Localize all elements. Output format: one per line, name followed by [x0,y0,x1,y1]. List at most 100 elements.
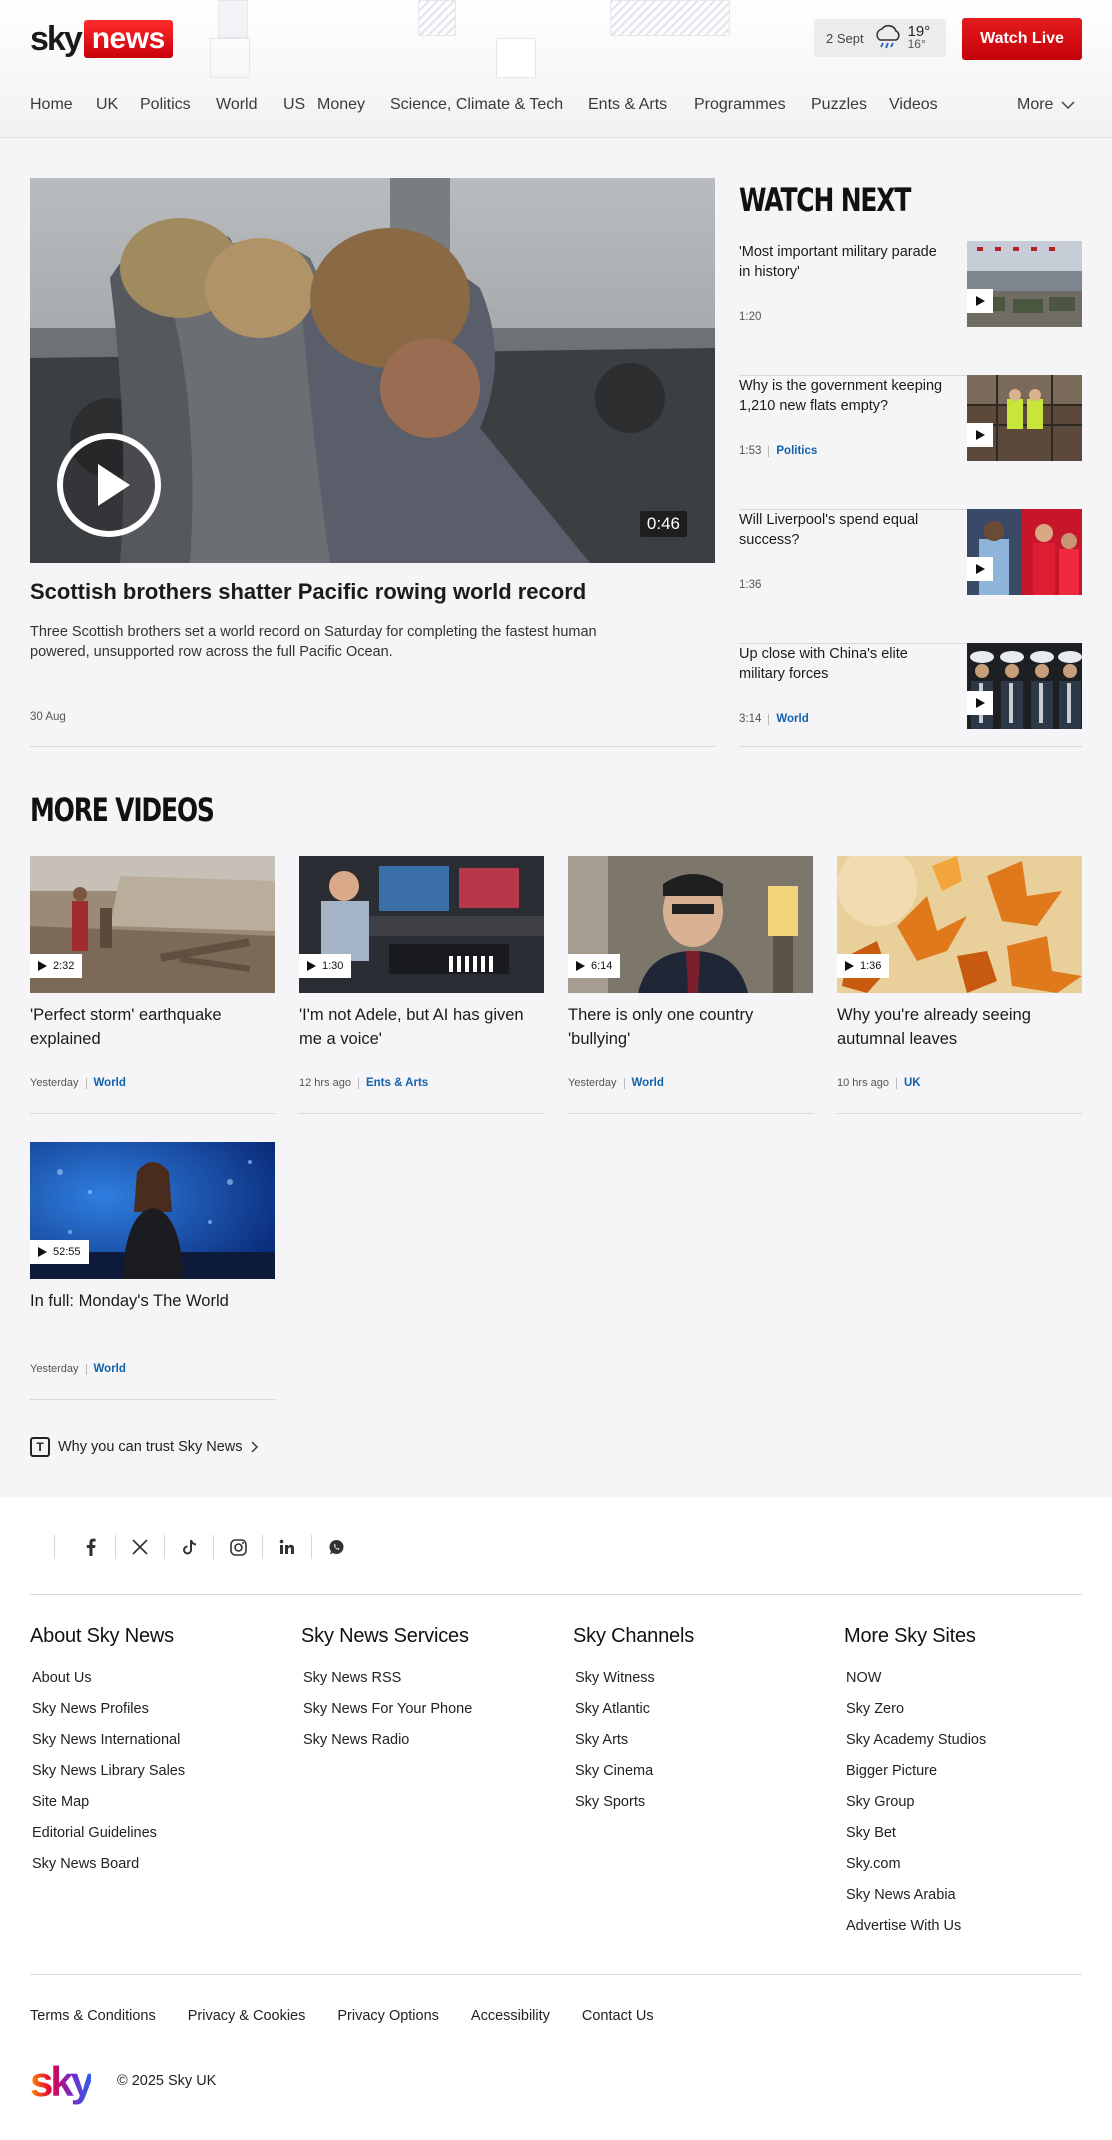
video-card-title[interactable]: 'Perfect storm' earthquake explained [30,1003,270,1051]
video-card-thumbnail[interactable]: 1:30 [299,856,544,993]
nav-item-politics[interactable]: Politics [140,96,216,118]
footer-column-more-sites: More Sky Sites NOW Sky Zero Sky Academy … [844,1625,1094,1949]
legal-link-accessibility[interactable]: Accessibility [471,2008,550,2024]
play-icon [576,961,585,971]
legal-link-contact[interactable]: Contact Us [582,2008,654,2024]
watch-next-item[interactable]: Will Liverpool's spend equal success? 1:… [739,509,1082,644]
legal-link-privacy-options[interactable]: Privacy Options [337,2008,439,2024]
nav-more-button[interactable]: More [1017,96,1075,114]
category-tag[interactable]: Politics [776,445,817,457]
facebook-icon[interactable] [67,1535,116,1559]
play-icon[interactable] [56,432,162,538]
thumbnail-play-button[interactable] [967,557,993,581]
x-icon[interactable] [116,1535,165,1559]
instagram-icon[interactable] [214,1535,263,1559]
sky-news-logo[interactable]: sky news [30,20,173,58]
nav-item-programmes[interactable]: Programmes [694,96,811,118]
video-card[interactable]: 52:55 In full: Monday's The World Yester… [30,1142,275,1400]
nav-item-home[interactable]: Home [30,96,96,118]
footer-link[interactable]: Advertise With Us [844,1918,1094,1949]
video-card[interactable]: 2:32 'Perfect storm' earthquake explaine… [30,856,275,1114]
footer-link[interactable]: Site Map [30,1794,280,1825]
nav-item-puzzles[interactable]: Puzzles [811,96,889,118]
footer-link[interactable]: Editorial Guidelines [30,1825,280,1856]
video-card[interactable]: 1:30 'I'm not Adele, but AI has given me… [299,856,544,1114]
footer-link[interactable]: Sky News Radio [301,1732,551,1763]
video-card[interactable]: 1:36 Why you're already seeing autumnal … [837,856,1082,1114]
video-card-time: Yesterday [30,1363,79,1375]
footer-link[interactable]: About Us [30,1670,280,1701]
nav-item-videos[interactable]: Videos [889,96,949,118]
footer-link[interactable]: Bigger Picture [844,1763,1094,1794]
video-card-thumbnail[interactable]: 1:36 [837,856,1082,993]
footer-link[interactable]: Sky News For Your Phone [301,1701,551,1732]
watch-next-title[interactable]: Will Liverpool's spend equal success? [739,510,949,550]
sky-footer-logo[interactable]: sky [30,2057,94,2107]
video-card-title[interactable]: In full: Monday's The World [30,1289,270,1313]
hero-video-thumbnail[interactable]: 0:46 [30,178,715,563]
watch-next-item[interactable]: Up close with China's elite military for… [739,643,1082,747]
footer-link[interactable]: Sky Sports [573,1794,823,1825]
footer-link[interactable]: Sky Bet [844,1825,1094,1856]
nav-item-us[interactable]: US [283,96,317,118]
tiktok-icon[interactable] [165,1535,214,1559]
video-card[interactable]: 6:14 There is only one country 'bullying… [568,856,813,1114]
watch-next-thumbnail[interactable] [967,241,1082,327]
category-tag[interactable]: UK [904,1077,921,1089]
footer-link[interactable]: Sky News Board [30,1856,280,1887]
watch-next-title[interactable]: Why is the government keeping 1,210 new … [739,376,949,416]
footer-link[interactable]: Sky Group [844,1794,1094,1825]
watch-next-thumbnail[interactable] [967,643,1082,729]
video-card-title[interactable]: Why you're already seeing autumnal leave… [837,1003,1077,1051]
watch-next-thumbnail[interactable] [967,375,1082,461]
legal-link-terms[interactable]: Terms & Conditions [30,2008,156,2024]
legal-link-privacy[interactable]: Privacy & Cookies [188,2008,306,2024]
footer-link[interactable]: Sky News Profiles [30,1701,280,1732]
weather-widget[interactable]: 2 Sept 19° 16° [814,19,946,57]
nav-item-science-climate-tech[interactable]: Science, Climate & Tech [390,96,588,118]
soldiers-image [967,643,1082,729]
watch-live-button[interactable]: Watch Live [962,18,1082,60]
category-tag[interactable]: Ents & Arts [366,1077,428,1089]
video-card-thumbnail[interactable]: 52:55 [30,1142,275,1279]
video-card-title[interactable]: There is only one country 'bullying' [568,1003,808,1051]
whatsapp-icon[interactable] [312,1535,361,1559]
hero-title[interactable]: Scottish brothers shatter Pacific rowing… [30,578,715,606]
thumbnail-play-button[interactable] [967,691,993,715]
category-tag[interactable]: World [94,1363,126,1375]
category-tag[interactable]: World [632,1077,664,1089]
footer-link[interactable]: Sky Arts [573,1732,823,1763]
video-card-time: Yesterday [568,1077,617,1089]
thumbnail-play-button[interactable] [967,289,993,313]
youtube-icon[interactable] [30,1535,55,1559]
footer-link[interactable]: Sky News RSS [301,1670,551,1701]
watch-next-item[interactable]: Why is the government keeping 1,210 new … [739,375,1082,510]
category-tag[interactable]: World [776,713,808,725]
footer-link[interactable]: Sky Zero [844,1701,1094,1732]
video-card-thumbnail[interactable]: 2:32 [30,856,275,993]
nav-item-money[interactable]: Money [317,96,390,118]
footer-link[interactable]: Sky Atlantic [573,1701,823,1732]
trust-link[interactable]: T Why you can trust Sky News [30,1437,258,1457]
linkedin-icon[interactable] [263,1535,312,1559]
watch-next-title[interactable]: Up close with China's elite military for… [739,644,949,684]
nav-item-world[interactable]: World [216,96,283,118]
watch-next-thumbnail[interactable] [967,509,1082,595]
footer-link[interactable]: NOW [844,1670,1094,1701]
video-card-thumbnail[interactable]: 6:14 [568,856,813,993]
nav-item-ents-arts[interactable]: Ents & Arts [588,96,694,118]
footer-link[interactable]: Sky Cinema [573,1763,823,1794]
watch-next-item[interactable]: 'Most important military parade in histo… [739,241,1082,376]
thumbnail-play-button[interactable] [967,423,993,447]
video-card-title[interactable]: 'I'm not Adele, but AI has given me a vo… [299,1003,539,1051]
logo-sky-text: sky [30,20,83,58]
nav-item-uk[interactable]: UK [96,96,140,118]
footer-link[interactable]: Sky News International [30,1732,280,1763]
category-tag[interactable]: World [94,1077,126,1089]
footer-link[interactable]: Sky Academy Studios [844,1732,1094,1763]
footer-link[interactable]: Sky News Arabia [844,1887,1094,1918]
watch-next-title[interactable]: 'Most important military parade in histo… [739,242,949,282]
footer-link[interactable]: Sky.com [844,1856,1094,1887]
footer-link[interactable]: Sky Witness [573,1670,823,1701]
footer-link[interactable]: Sky News Library Sales [30,1763,280,1794]
